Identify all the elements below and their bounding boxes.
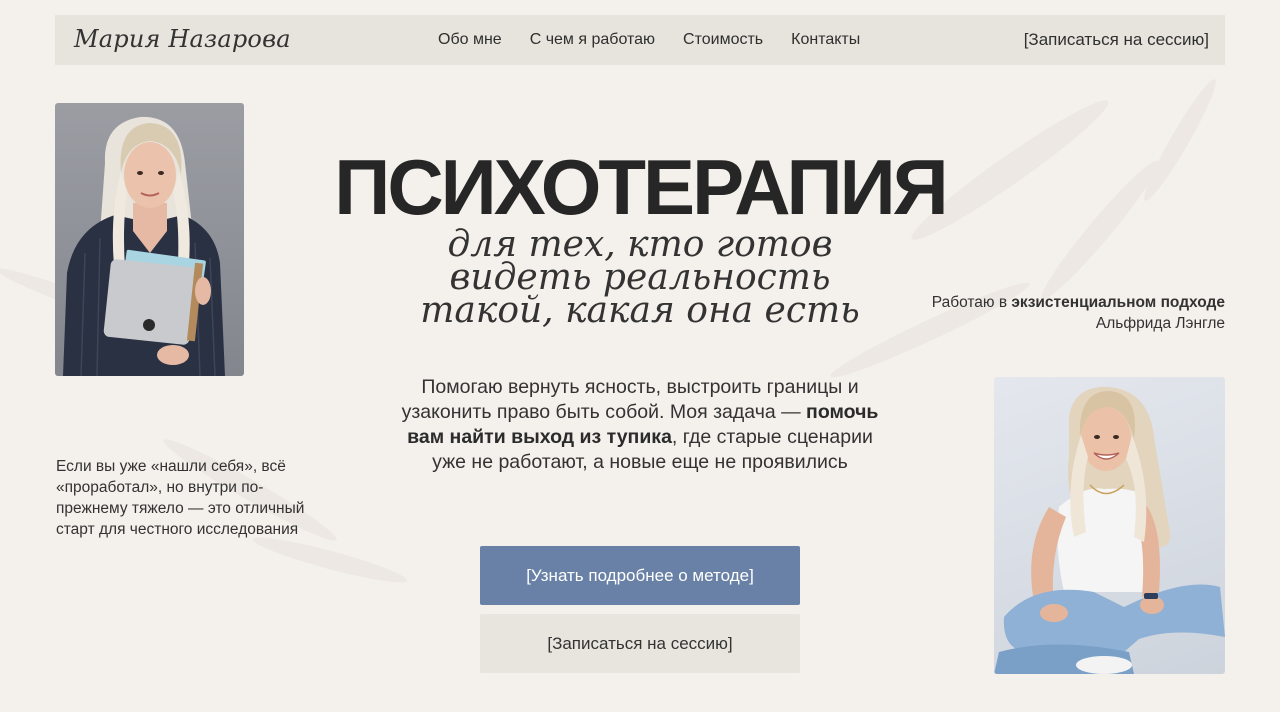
book-session-button[interactable]: [Записаться на сессию] xyxy=(480,614,800,673)
nav-link-pricing[interactable]: Стоимость xyxy=(683,31,763,49)
brand-logo[interactable]: Мария Назарова xyxy=(74,25,291,53)
approach-note-prefix: Работаю в xyxy=(931,294,1012,311)
hero-subtitle: для тех, кто готов видеть реальность так… xyxy=(340,227,940,331)
therapist-photo-left xyxy=(55,103,244,376)
therapist-photo-right xyxy=(994,377,1225,674)
approach-note-highlight: экзистенциальном подходе xyxy=(1011,294,1225,311)
nav-link-work-areas[interactable]: С чем я работаю xyxy=(530,31,655,49)
nav-link-about[interactable]: Обо мне xyxy=(438,31,502,49)
portrait-illustration-right xyxy=(994,386,1225,674)
page: Мария Назарова Обо мне С чем я работаю С… xyxy=(0,0,1280,712)
top-navbar: Мария Назарова Обо мне С чем я работаю С… xyxy=(55,15,1225,65)
learn-method-button[interactable]: [Узнать подробнее о методе] xyxy=(480,546,800,605)
hero-description: Помогаю вернуть ясность, выстроить грани… xyxy=(390,375,890,475)
hero-subtitle-line: такой, какая она есть xyxy=(420,290,860,331)
nav-link-contacts[interactable]: Контакты xyxy=(791,31,860,49)
nav-links: Обо мне С чем я работаю Стоимость Контак… xyxy=(438,31,860,49)
left-side-note: Если вы уже «нашли себя», всё «проработа… xyxy=(56,458,305,538)
approach-note-suffix: Альфрида Лэнгле xyxy=(1095,315,1225,332)
nav-book-session-link[interactable]: [Записаться на сессию] xyxy=(1024,30,1209,50)
approach-note: Работаю в экзистенциальном подходе Альфр… xyxy=(925,292,1225,334)
hero-title: ПСИХОТЕРАПИЯ xyxy=(334,143,948,231)
hero-description-p2-prefix: Моя задача — xyxy=(669,401,807,423)
portrait-illustration-left xyxy=(63,116,225,376)
